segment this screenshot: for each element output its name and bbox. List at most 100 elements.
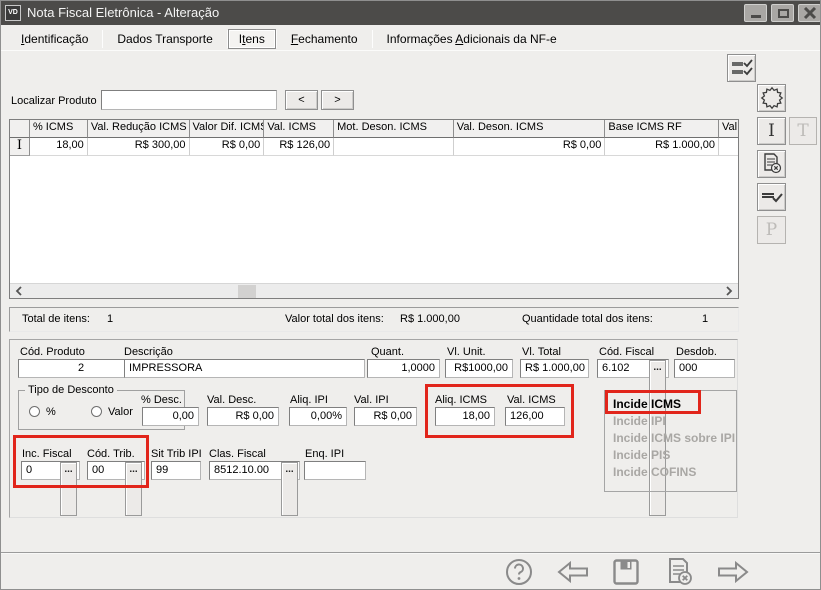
desdob-label: Desdob.	[676, 346, 717, 358]
tab-informacoes-adicionais[interactable]: Informações Adicionais da NF-e	[373, 29, 571, 49]
val-icms-label: Val. ICMS	[507, 394, 556, 406]
item-detail-panel: Cód. Produto Descrição Quant. Vl. Unit. …	[9, 339, 738, 518]
aliq-ipi-label: Aliq. IPI	[290, 394, 328, 406]
confirm-all-button[interactable]	[727, 54, 756, 82]
close-button[interactable]	[798, 4, 821, 22]
quant-field[interactable]: 1,0000	[367, 359, 440, 378]
grid-header-cell[interactable]: Val. Deson. ICMS	[454, 120, 606, 138]
percent-radio[interactable]	[29, 406, 40, 417]
title-bar: VD Nota Fiscal Eletrônica - Alteração	[1, 1, 821, 25]
total-items-value: 1	[107, 313, 113, 325]
valor-radio[interactable]	[91, 406, 102, 417]
incide-cofins-item: Incide COFINS	[605, 463, 736, 480]
bottom-toolbar	[1, 552, 821, 590]
perc-desc-label: % Desc.	[141, 394, 182, 406]
val-ipi-label: Val. IPI	[354, 394, 389, 406]
maximize-button[interactable]	[771, 4, 794, 22]
enq-ipi-field[interactable]	[304, 461, 366, 480]
previous-icon[interactable]	[557, 561, 589, 583]
cod-fiscal-label: Cód. Fiscal	[599, 346, 654, 358]
app-icon: VD	[5, 5, 21, 21]
prev-product-button[interactable]: <	[285, 90, 318, 110]
window-title: Nota Fiscal Eletrônica - Alteração	[27, 5, 219, 20]
grid-cell[interactable]: R$ 1.000,00	[605, 138, 719, 156]
grid-header-cell[interactable]: Val.	[719, 120, 738, 138]
grid-header-cell[interactable]: Valor Dif. ICMS	[190, 120, 265, 138]
inc-fiscal-label: Inc. Fiscal	[22, 448, 72, 460]
perc-desc-field[interactable]: 0,00	[142, 407, 199, 426]
tab-itens[interactable]: Itens	[228, 29, 276, 49]
tab-bar: Identificação Dados Transporte Itens Fec…	[1, 27, 821, 51]
grid-cell[interactable]: R$ 300,00	[88, 138, 190, 156]
scroll-right-icon[interactable]	[725, 286, 733, 296]
grid-cell[interactable]: R$ 0,00	[454, 138, 606, 156]
vl-total-field[interactable]: R$ 1.000,00	[520, 359, 589, 378]
maximize-icon	[778, 9, 789, 18]
total-value-label: Valor total dos itens:	[285, 313, 384, 325]
total-value-value: R$ 1.000,00	[400, 313, 460, 325]
tab-fechamento[interactable]: Fechamento	[277, 29, 372, 49]
grid-cell[interactable]	[334, 138, 454, 156]
next-product-button[interactable]: >	[321, 90, 354, 110]
tipo-desconto-legend: Tipo de Desconto	[25, 384, 117, 396]
val-desc-field[interactable]: R$ 0,00	[207, 407, 279, 426]
cod-trib-lookup-button[interactable]: ...	[125, 462, 142, 516]
aliq-ipi-field[interactable]: 0,00%	[289, 407, 347, 426]
grid-header-row: % ICMS Val. Redução ICMS Valor Dif. ICMS…	[10, 120, 738, 138]
grid-header-indicator	[10, 120, 30, 138]
valor-radio-label[interactable]: Valor	[108, 406, 133, 418]
scrollbar-thumb[interactable]	[238, 285, 256, 298]
cod-trib-label: Cód. Trib.	[87, 448, 135, 460]
grid-header-cell[interactable]: % ICMS	[30, 120, 88, 138]
grid-header-cell[interactable]: Base ICMS RF	[605, 120, 719, 138]
val-ipi-field[interactable]: R$ 0,00	[354, 407, 417, 426]
enq-ipi-label: Enq. IPI	[305, 448, 344, 460]
grid-data-row[interactable]: I 18,00 R$ 300,00 R$ 0,00 R$ 126,00 R$ 0…	[10, 138, 738, 156]
grid-header-cell[interactable]: Val. Redução ICMS	[88, 120, 190, 138]
grid-cell[interactable]: 18,00	[30, 138, 88, 156]
vl-total-label: Vl. Total	[522, 346, 561, 358]
grid-cell[interactable]: R$ 126,00	[264, 138, 334, 156]
grid-cell[interactable]	[719, 138, 738, 156]
grid-cell[interactable]: R$ 0,00	[190, 138, 265, 156]
insert-item-button[interactable]: I	[757, 117, 786, 145]
clas-fiscal-label: Clas. Fiscal	[209, 448, 266, 460]
percent-radio-label[interactable]: %	[46, 406, 56, 418]
items-grid[interactable]: % ICMS Val. Redução ICMS Valor Dif. ICMS…	[9, 119, 739, 299]
confirm-item-button[interactable]	[757, 183, 786, 211]
new-item-button[interactable]	[757, 84, 786, 112]
aliq-icms-label: Aliq. ICMS	[435, 394, 487, 406]
incide-icms-sobre-ipi-item: Incide ICMS sobre IPI	[605, 429, 736, 446]
vl-unit-field[interactable]: R$1000,00	[445, 359, 513, 378]
val-icms-field[interactable]: 126,00	[505, 407, 565, 426]
delete-item-button[interactable]	[757, 150, 786, 178]
quant-label: Quant.	[371, 346, 404, 358]
incide-pis-item: Incide PIS	[605, 446, 736, 463]
clas-fiscal-lookup-button[interactable]: ...	[281, 462, 298, 516]
sit-trib-ipi-label: Sit Trib IPI	[151, 448, 202, 460]
tab-dados-transporte[interactable]: Dados Transporte	[103, 29, 226, 49]
desdob-field[interactable]: 000	[674, 359, 735, 378]
burst-icon	[759, 85, 785, 111]
grid-header-cell[interactable]: Val. ICMS	[264, 120, 334, 138]
sit-trib-ipi-field[interactable]: 99	[151, 461, 201, 480]
grid-header-cell[interactable]: Mot. Deson. ICMS	[334, 120, 454, 138]
nfe-window: VD Nota Fiscal Eletrônica - Alteração Id…	[0, 0, 821, 590]
scroll-left-icon[interactable]	[15, 286, 23, 296]
total-qty-label: Quantidade total dos itens:	[522, 313, 653, 325]
aliq-icms-field[interactable]: 18,00	[435, 407, 495, 426]
minimize-button[interactable]	[744, 4, 767, 22]
incide-list: Incide ICMS Incide IPI Incide ICMS sobre…	[604, 390, 737, 492]
row-indicator: I	[10, 138, 30, 156]
tab-identificacao[interactable]: Identificação	[7, 29, 102, 49]
grid-horizontal-scrollbar[interactable]	[10, 283, 738, 298]
cancel-document-icon[interactable]	[664, 557, 694, 587]
transfer-item-button: T	[789, 117, 817, 145]
inc-fiscal-lookup-button[interactable]: ...	[60, 462, 77, 516]
descricao-field[interactable]: IMPRESSORA	[124, 359, 365, 378]
save-icon[interactable]	[612, 558, 640, 586]
search-input[interactable]	[101, 90, 277, 110]
next-icon[interactable]	[717, 561, 749, 583]
help-icon[interactable]	[505, 558, 533, 586]
document-x-icon	[761, 153, 783, 175]
